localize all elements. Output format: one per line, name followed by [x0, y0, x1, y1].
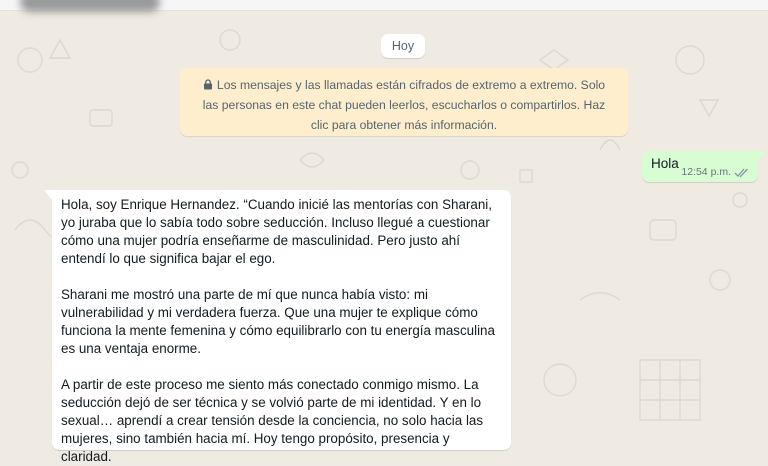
encryption-notice-text: Los mensajes y las llamadas están cifrad… [202, 78, 606, 132]
incoming-message[interactable]: Hola, soy Enrique Hernandez. “Cuando ini… [44, 190, 511, 464]
date-separator: Hoy [381, 34, 425, 58]
double-check-icon [734, 168, 748, 177]
encryption-notice[interactable]: Los mensajes y las llamadas están cifrad… [180, 68, 628, 136]
chat-header [0, 0, 768, 12]
bubble-tail [758, 151, 766, 161]
outgoing-message[interactable]: Hola 12:54 p.m. [642, 151, 766, 182]
message-paragraph: A partir de este proceso me siento más c… [61, 377, 484, 464]
contact-name-blurred [20, 0, 160, 12]
message-meta: 12:54 p.m. [681, 166, 750, 178]
message-paragraph: Sharani me mostró una parte de mí que nu… [61, 287, 495, 356]
message-time: 12:54 p.m. [681, 166, 731, 178]
lock-icon [203, 79, 212, 90]
message-paragraph: Hola, soy Enrique Hernandez. “Cuando ini… [61, 197, 492, 266]
bubble-tail [44, 190, 52, 200]
message-text: Hola [651, 156, 679, 171]
